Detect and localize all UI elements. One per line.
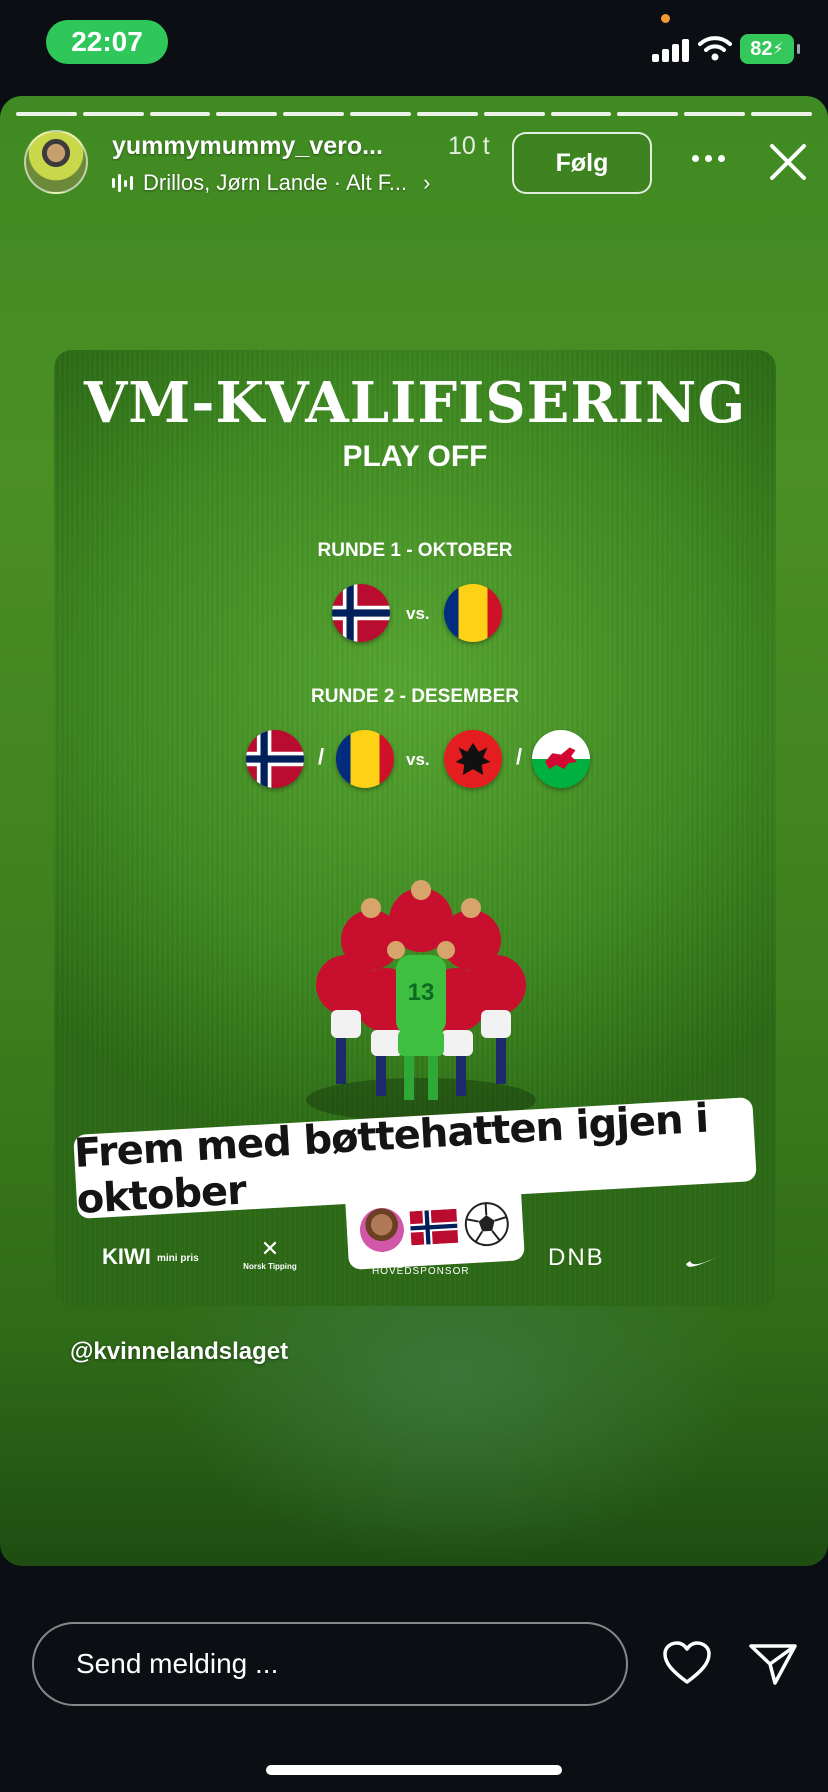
poster-title: VM-KVALIFISERING [83, 370, 747, 436]
poster-subtitle: PLAY OFF [342, 440, 488, 473]
battery-level: 82 [750, 37, 773, 60]
home-indicator[interactable] [266, 1765, 562, 1775]
norway-flag-emoji [409, 1208, 459, 1246]
status-bar: 22:07 82 ⚡ [0, 0, 828, 92]
norway-flag-icon [246, 730, 304, 788]
norway-flag-icon [332, 584, 390, 642]
signal-icon [652, 38, 690, 62]
albania-flag-icon [444, 730, 502, 788]
more-icon[interactable] [688, 148, 728, 168]
heart-icon[interactable] [662, 1640, 712, 1686]
audio-bars-icon [112, 173, 133, 193]
mention-tag[interactable]: @kvinnelandslaget [70, 1338, 288, 1366]
avatar[interactable] [24, 130, 88, 194]
close-icon[interactable] [766, 140, 810, 184]
vs-label: vs. [406, 750, 430, 769]
chevron-right-icon: › [423, 170, 431, 195]
send-message-input[interactable]: Send melding ... [32, 1622, 628, 1706]
nike-swoosh-icon [686, 1255, 722, 1267]
story-progress-bar [16, 112, 812, 116]
wifi-icon [698, 36, 732, 61]
person-raising-hand-emoji [358, 1206, 406, 1254]
romania-flag-icon [336, 730, 394, 788]
round1-label: RUNDE 1 - OKTOBER [317, 540, 513, 561]
round2-label: RUNDE 2 - DESEMBER [311, 686, 519, 707]
privacy-indicator-dot [661, 14, 670, 23]
story-age: 10 t [448, 132, 490, 160]
svg-text:13: 13 [408, 979, 435, 1006]
dnb-logo: DNB [548, 1244, 605, 1271]
story-username[interactable]: yummymummy_vero... [112, 132, 432, 161]
soccer-ball-emoji [464, 1202, 509, 1247]
battery-charging-icon: 82 ⚡ [740, 34, 800, 64]
story-view[interactable]: yummymummy_vero... 10 t Drillos, Jørn La… [0, 96, 828, 1566]
slash-separator: / [516, 744, 523, 769]
romania-flag-icon [444, 584, 502, 642]
sticker-emoji-row [344, 1184, 525, 1270]
slash-separator: / [318, 744, 325, 769]
vs-label: vs. [406, 604, 430, 623]
wales-flag-icon [532, 730, 590, 788]
music-label: Drillos, Jørn Lande · Alt F... [143, 170, 408, 195]
follow-button[interactable]: Følg [512, 132, 652, 194]
team-huddle-photo: 13 [306, 880, 536, 1122]
status-time: 22:07 [46, 20, 168, 64]
send-icon[interactable] [748, 1642, 798, 1686]
music-attribution[interactable]: Drillos, Jørn Lande · Alt F... › [112, 168, 430, 198]
